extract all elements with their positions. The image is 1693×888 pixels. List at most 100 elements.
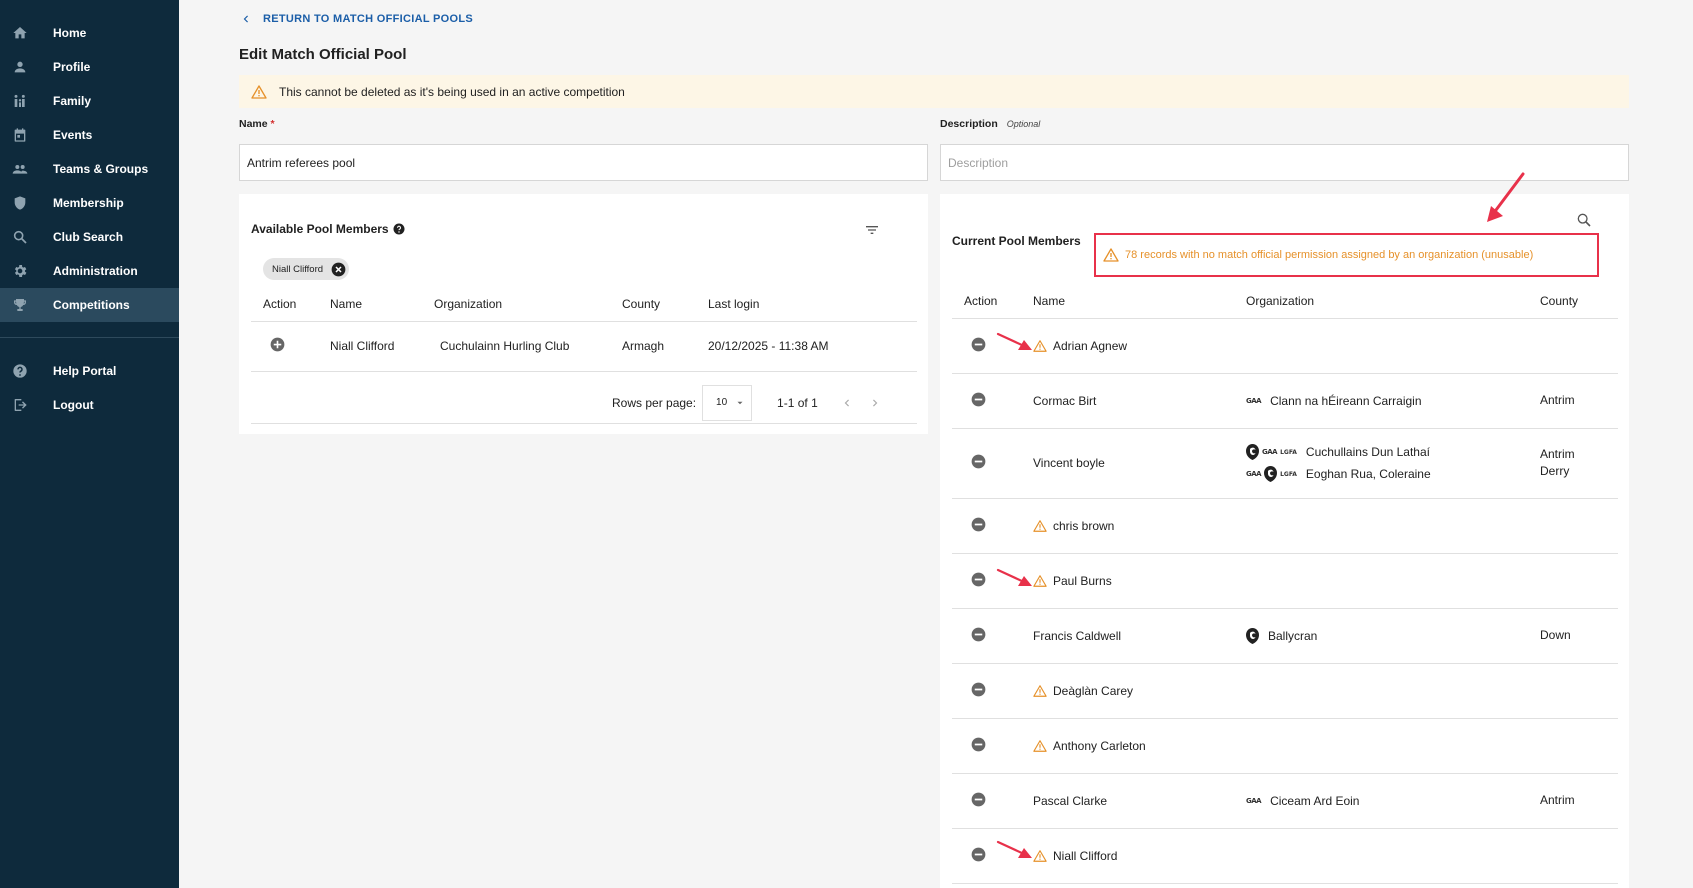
name-input[interactable] xyxy=(239,144,928,181)
description-input[interactable] xyxy=(940,144,1629,181)
member-name-text: Vincent boyle xyxy=(1033,456,1105,470)
warning-banner: This cannot be deleted as it's being use… xyxy=(239,75,1629,108)
sidebar-item-label: Teams & Groups xyxy=(53,162,149,176)
unusable-records-warning: 78 records with no match official permis… xyxy=(1094,233,1599,277)
rows-per-page-value: 10 xyxy=(716,397,728,408)
back-link[interactable]: RETURN TO MATCH OFFICIAL POOLS xyxy=(239,12,473,26)
organization-cell: GAA Ciceam Ard Eoin xyxy=(1234,773,1528,829)
remove-circle-icon[interactable] xyxy=(971,454,986,469)
organization-name: Ciceam Ard Eoin xyxy=(1270,793,1360,808)
remove-circle-icon[interactable] xyxy=(971,392,986,407)
member-name: chris brown xyxy=(1033,519,1234,533)
remove-circle-icon[interactable] xyxy=(971,847,986,862)
sidebar-item-label: Competitions xyxy=(53,298,130,312)
remove-circle-icon[interactable] xyxy=(971,792,986,807)
lgfa-logo: LGFA xyxy=(1280,448,1297,456)
main-content: RETURN TO MATCH OFFICIAL POOLS Edit Matc… xyxy=(179,0,1693,888)
shield-icon xyxy=(12,195,28,211)
current-members-title: Current Pool Members xyxy=(952,234,1081,248)
county-cell: Down xyxy=(1528,608,1618,664)
county-cell xyxy=(1528,553,1618,609)
sidebar-item-competitions[interactable]: Competitions xyxy=(0,288,179,322)
warning-banner-text: This cannot be deleted as it's being use… xyxy=(279,84,625,99)
remove-circle-icon[interactable] xyxy=(971,517,986,532)
sidebar-item-club-search[interactable]: Club Search xyxy=(0,220,179,254)
sidebar-item-label: Events xyxy=(53,128,93,142)
remove-circle-icon[interactable] xyxy=(971,572,986,587)
action-cell xyxy=(952,498,1021,554)
sidebar-item-membership[interactable]: Membership xyxy=(0,186,179,220)
optional-marker: Optional xyxy=(1006,119,1041,129)
column-header-county[interactable]: County xyxy=(1528,284,1618,319)
available-members-title-text: Available Pool Members xyxy=(251,222,389,236)
organization-name: Cuchullains Dun Lathaí xyxy=(1305,445,1430,459)
org-logos: GAA LGFA xyxy=(1246,466,1300,482)
name-cell: Niall Clifford xyxy=(1021,828,1234,884)
organization-entry: GAA LGFA Eoghan Rua, Coleraine xyxy=(1246,463,1528,485)
table-row: Anthony Carleton xyxy=(952,718,1618,774)
sidebar-item-help-portal[interactable]: Help Portal xyxy=(0,354,179,388)
club-crest-icon xyxy=(1246,444,1259,460)
warning-icon xyxy=(1033,339,1047,352)
column-header-organization[interactable]: Organization xyxy=(422,287,610,322)
county-cell xyxy=(1528,498,1618,554)
column-header-name[interactable]: Name xyxy=(1021,284,1234,319)
column-header-action[interactable]: Action xyxy=(251,287,318,322)
sidebar-item-events[interactable]: Events xyxy=(0,118,179,152)
sidebar-item-administration[interactable]: Administration xyxy=(0,254,179,288)
warning-icon xyxy=(1033,574,1047,587)
action-cell xyxy=(952,718,1021,774)
sidebar-item-logout[interactable]: Logout xyxy=(0,388,179,422)
warning-icon xyxy=(1033,519,1047,532)
back-link-label: RETURN TO MATCH OFFICIAL POOLS xyxy=(263,13,474,25)
filter-icon[interactable] xyxy=(864,222,880,238)
search-icon[interactable] xyxy=(1576,212,1592,228)
organization-entry: GAA LGFA Cuchullains Dun Lathaí xyxy=(1246,441,1528,463)
column-header-organization[interactable]: Organization xyxy=(1234,284,1528,319)
county-cell: Antrim xyxy=(1528,373,1618,429)
organization-cell: Cuchulainn Hurling Club xyxy=(422,321,610,372)
help-circle-icon[interactable] xyxy=(393,223,405,235)
gear-icon xyxy=(12,263,28,279)
organization-cell xyxy=(1234,828,1528,884)
chevron-left-icon[interactable] xyxy=(840,396,854,410)
remove-circle-icon[interactable] xyxy=(971,627,986,642)
column-header-last-login[interactable]: Last login xyxy=(696,287,917,322)
column-header-name[interactable]: Name xyxy=(318,287,422,322)
organization-cell xyxy=(1234,663,1528,719)
remove-circle-icon[interactable] xyxy=(971,682,986,697)
column-header-action[interactable]: Action xyxy=(952,284,1021,319)
table-row: Pascal Clarke GAA Ciceam Ard Eoin Antrim xyxy=(952,773,1618,829)
table-row: Deàglàn Carey xyxy=(952,663,1618,719)
required-marker: * xyxy=(270,118,275,130)
person-icon xyxy=(12,59,28,75)
county-name: Antrim xyxy=(1540,447,1575,461)
warning-icon xyxy=(1033,684,1047,697)
column-header-county[interactable]: County xyxy=(610,287,696,322)
sidebar-item-label: Logout xyxy=(53,398,94,412)
add-circle-icon[interactable] xyxy=(270,337,285,352)
sidebar-item-family[interactable]: Family xyxy=(0,84,179,118)
sidebar-item-home[interactable]: Home xyxy=(0,16,179,50)
sidebar-item-label: Club Search xyxy=(53,230,124,244)
table-row: Cormac Birt GAA Clann na hÉireann Carraigi… xyxy=(952,373,1618,429)
sidebar-item-teams-groups[interactable]: Teams & Groups xyxy=(0,152,179,186)
member-name-text: Paul Burns xyxy=(1053,573,1112,588)
remove-circle-icon[interactable] xyxy=(971,337,986,352)
rows-per-page-select[interactable]: 10 xyxy=(702,384,753,421)
county-cell: Armagh xyxy=(610,321,696,372)
sidebar-item-label: Home xyxy=(53,26,87,40)
close-circle-icon[interactable] xyxy=(331,262,346,277)
caret-down-icon xyxy=(737,401,743,404)
action-cell xyxy=(251,321,318,372)
remove-circle-icon[interactable] xyxy=(971,737,986,752)
name-label-text: Name xyxy=(239,118,268,130)
current-members-table: Action Name Organization County Adrian Agne… xyxy=(952,284,1618,884)
organization-cell xyxy=(1234,553,1528,609)
family-icon xyxy=(12,93,28,109)
member-name: Niall Clifford xyxy=(1033,849,1234,863)
calendar-icon xyxy=(12,127,28,143)
chevron-right-icon[interactable] xyxy=(868,396,882,410)
filter-chip[interactable]: Niall Clifford xyxy=(263,258,350,280)
sidebar-item-profile[interactable]: Profile xyxy=(0,50,179,84)
